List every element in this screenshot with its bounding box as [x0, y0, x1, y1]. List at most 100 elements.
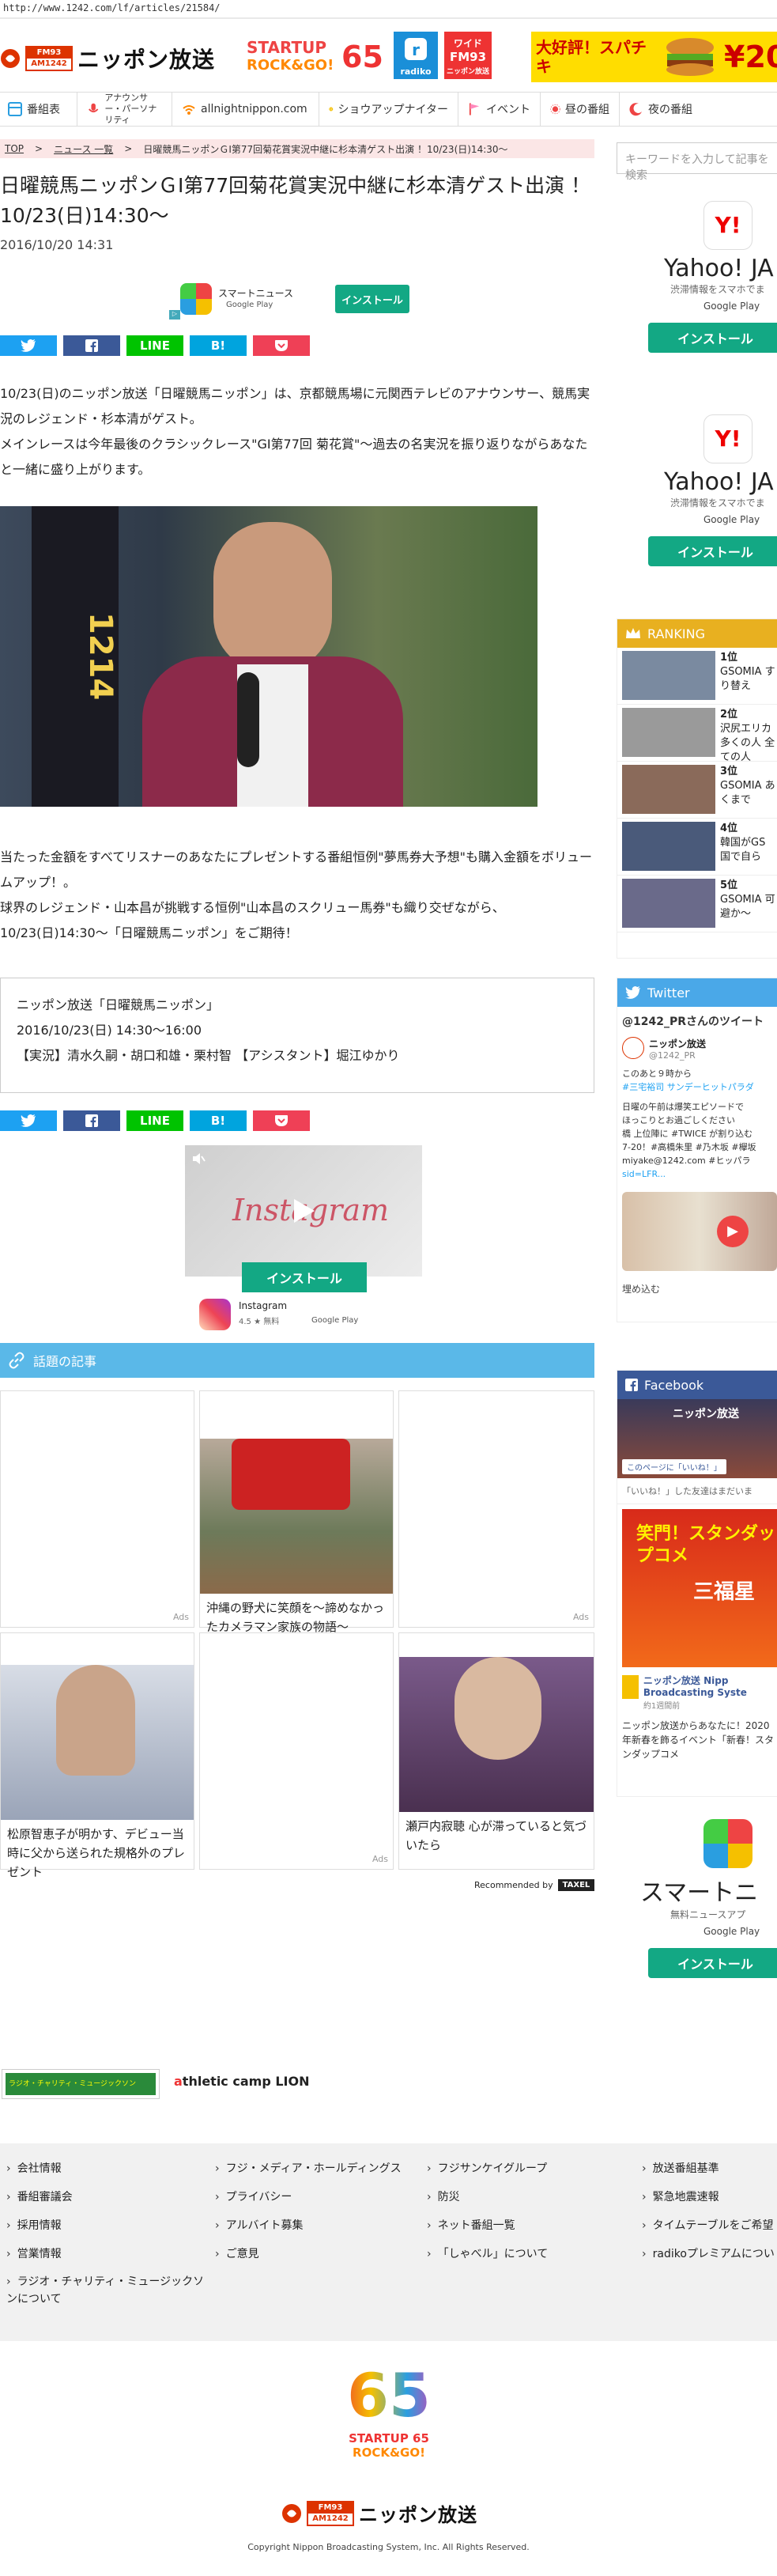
related-card[interactable]: 瀬戸内寂聴 心が滞っていると気づいたら	[398, 1632, 594, 1870]
nav-item-label: 昼の番組	[565, 104, 609, 116]
smartnews-side-ad[interactable]: スマートニ 無料ニュースアプ Google Play インストール	[617, 1819, 777, 1993]
instagram-install-button[interactable]: インストール	[242, 1262, 367, 1292]
fb-post-author[interactable]: ニッポン放送 Nipp Broadcasting Syste 約1週間前	[617, 1672, 777, 1714]
related-card[interactable]: Ads	[199, 1632, 394, 1870]
footer-link[interactable]: プライバシー	[215, 2183, 421, 2211]
charity-banner-text: ラジオ・チャリティ・ミュージックソン	[6, 2073, 156, 2095]
footer-link[interactable]: フジサンケイグループ	[427, 2154, 632, 2183]
ranking-item[interactable]: 5位 GSOMIA 可避か～	[617, 876, 777, 932]
footer-link[interactable]: タイムテーブルをご希望	[642, 2211, 776, 2240]
recommended-by[interactable]: Recommended by TAXEL	[474, 1879, 595, 1891]
radiko-banner[interactable]: r radiko	[394, 32, 438, 79]
related-card[interactable]: Ads	[0, 1390, 194, 1628]
twitter-share-button[interactable]	[0, 1110, 57, 1131]
footer-link[interactable]: ネット番組一覧	[427, 2211, 632, 2240]
fb-banner[interactable]: 笑門！スタンダップコメ 三福星	[622, 1509, 777, 1667]
related-card[interactable]: 松原智恵子が明かす、デビュー当時に父から送られた規格外のプレゼント	[0, 1632, 194, 1879]
pocket-share-button[interactable]	[253, 1110, 310, 1131]
pocket-share-button[interactable]	[253, 335, 310, 356]
wide-fm-line2: FM93	[449, 50, 487, 64]
ranking-text: GSOMIA 可避か～	[720, 894, 775, 920]
footer-link[interactable]: ご意見	[215, 2240, 421, 2268]
footer-link[interactable]: 番組審議会	[6, 2183, 212, 2211]
facebook-share-button[interactable]	[63, 335, 120, 356]
logo-name: ニッポン放送	[77, 47, 216, 73]
related-card-caption: 瀬戸内寂聴 心が滞っていると気づいたら	[405, 1819, 587, 1852]
ad-choices-icon[interactable]: ▷	[169, 310, 180, 320]
athletic-camp-banner[interactable]: athletic camp LION	[174, 2074, 309, 2089]
nav-item-night[interactable]: 夜の番組	[620, 93, 777, 126]
breadcrumb-news[interactable]: ニュース 一覧	[54, 142, 113, 156]
tweet-play-icon[interactable]: ▶	[717, 1216, 749, 1247]
fb-page-name[interactable]: ニッポン放送	[673, 1405, 739, 1421]
related-card[interactable]: Ads	[398, 1390, 594, 1628]
share-row-top: LINE B!	[0, 335, 310, 356]
anniv-65: 65	[335, 2360, 443, 2431]
nav-item-allnightnippon[interactable]: allnightnippon.com	[172, 93, 319, 126]
ranking-item[interactable]: 4位 韓国がGS 国で自ら	[617, 819, 777, 876]
footer-link[interactable]: ラジオ・チャリティ・ミュージックソンについて	[6, 2273, 212, 2308]
footer-link[interactable]: 緊急地震速報	[642, 2183, 776, 2211]
twitter-by[interactable]: @1242_PRさんのツイート	[617, 1007, 777, 1035]
tweet-name: ニッポン放送	[649, 1038, 707, 1050]
play-icon[interactable]	[292, 1197, 316, 1224]
footer-logo[interactable]: FM93 AM1242 ニッポン放送	[281, 2499, 477, 2527]
instagram-app-icon	[199, 1299, 231, 1330]
wifi-icon	[183, 105, 195, 115]
footer-link[interactable]: 採用情報	[6, 2211, 212, 2240]
charity-banner[interactable]: ラジオ・チャリティ・ミュージックソン	[2, 2069, 160, 2099]
fb-like-button[interactable]: このページに「いいね！」	[622, 1459, 726, 1474]
pocket-icon	[275, 340, 288, 351]
footer-link[interactable]: フジ・メディア・ホールディングス	[215, 2154, 421, 2183]
yahoo-install-button[interactable]: インストール	[648, 536, 777, 566]
footer-anniversary-logo[interactable]: 65 STARTUP 65 ROCK&GO!	[335, 2360, 443, 2479]
wide-fm-line1: ワイド	[453, 38, 482, 49]
nav-item-showup-nighter[interactable]: ショウアップナイター	[319, 93, 458, 126]
search-input[interactable]: キーワードを入力して記事を検索	[617, 142, 777, 182]
footer-link[interactable]: 防災	[427, 2183, 632, 2211]
startup65-banner[interactable]: STARTUP ROCK&GO! 65	[245, 35, 387, 79]
tweet-embed-link[interactable]: 埋め込む	[617, 1277, 777, 1300]
header-ad-banner[interactable]: 大好評！スパチキ ¥20	[531, 32, 777, 82]
smartnews-ad[interactable]: スマートニュース Google Play インストール ▷	[169, 278, 414, 320]
hatena-share-button[interactable]: B!	[190, 335, 247, 356]
tweet-author[interactable]: ニッポン放送 @1242_PR	[617, 1035, 777, 1062]
smartnews-install-button[interactable]: インストール	[335, 285, 409, 313]
yahoo-ad-1[interactable]: Y! Yahoo! JA 渋滞情報をスマホでま Google Play インスト…	[617, 201, 777, 375]
article-title: 日曜競馬ニッポンＧⅠ第77回菊花賞実況中継に杉本清ゲスト出演 ！10/23(日)…	[0, 174, 591, 227]
breadcrumb-top[interactable]: TOP	[5, 143, 24, 154]
footer-link[interactable]: アルバイト募集	[215, 2211, 421, 2240]
fb-banner-name: 三福星	[693, 1580, 756, 1604]
nav-item-daytime[interactable]: 昼の番組	[541, 93, 620, 126]
instagram-ad[interactable]: Instagram インストール Instagram 4.5 ★ 無料 Goog…	[185, 1145, 422, 1335]
tweet-text-6: 7-20！#高橋朱里 #乃木坂 #欅坂	[622, 1142, 756, 1152]
mute-icon[interactable]	[191, 1152, 206, 1166]
nav-item-announcers[interactable]: アナウンサー・パーソナリティ	[77, 93, 172, 126]
footer-link[interactable]: 「しゃべル」について	[427, 2240, 632, 2268]
footer-link[interactable]: radikoプレミアムについ	[642, 2240, 776, 2268]
footer-link[interactable]: 放送番組基準	[642, 2154, 776, 2183]
nav-item-program-table[interactable]: 番組表	[0, 93, 77, 126]
ranking-item[interactable]: 3位 GSOMIA あくまで	[617, 762, 777, 819]
hatena-share-button[interactable]: B!	[190, 1110, 247, 1131]
yahoo-ad-2[interactable]: Y! Yahoo! JA 渋滞情報をスマホでま Google Play インスト…	[617, 414, 777, 588]
line-share-button[interactable]: LINE	[126, 1110, 183, 1131]
url-bar[interactable]: http://www.1242.com/lf/articles/21584/	[0, 0, 777, 17]
footer-link[interactable]: 会社情報	[6, 2154, 212, 2183]
twitter-share-button[interactable]	[0, 335, 57, 356]
footer-link[interactable]: 営業情報	[6, 2240, 212, 2268]
nav-item-event[interactable]: イベント	[458, 93, 541, 126]
site-logo[interactable]: FM93 AM1242 ニッポン放送	[0, 43, 215, 74]
instagram-video[interactable]: Instagram	[185, 1145, 422, 1277]
wide-fm-banner[interactable]: ワイド FM93 ニッポン放送	[444, 32, 492, 79]
article-date: 2016/10/20 14:31	[0, 237, 114, 252]
yahoo-install-button[interactable]: インストール	[648, 323, 777, 353]
tweet-image[interactable]: ▶	[622, 1192, 777, 1271]
ranking-item[interactable]: 1位 GSOMIA すり替え	[617, 648, 777, 705]
related-card[interactable]: 沖縄の野犬に笑顔を～諦めなかったカメラマン家族の物語～	[199, 1390, 394, 1634]
fb-cover[interactable]: ニッポン放送 このページに「いいね！」	[617, 1399, 777, 1478]
smartnews-side-install[interactable]: インストール	[648, 1948, 777, 1978]
facebook-share-button[interactable]	[63, 1110, 120, 1131]
ranking-item[interactable]: 2位 沢尻エリカ 多くの人 全ての人	[617, 705, 777, 763]
line-share-button[interactable]: LINE	[126, 335, 183, 356]
